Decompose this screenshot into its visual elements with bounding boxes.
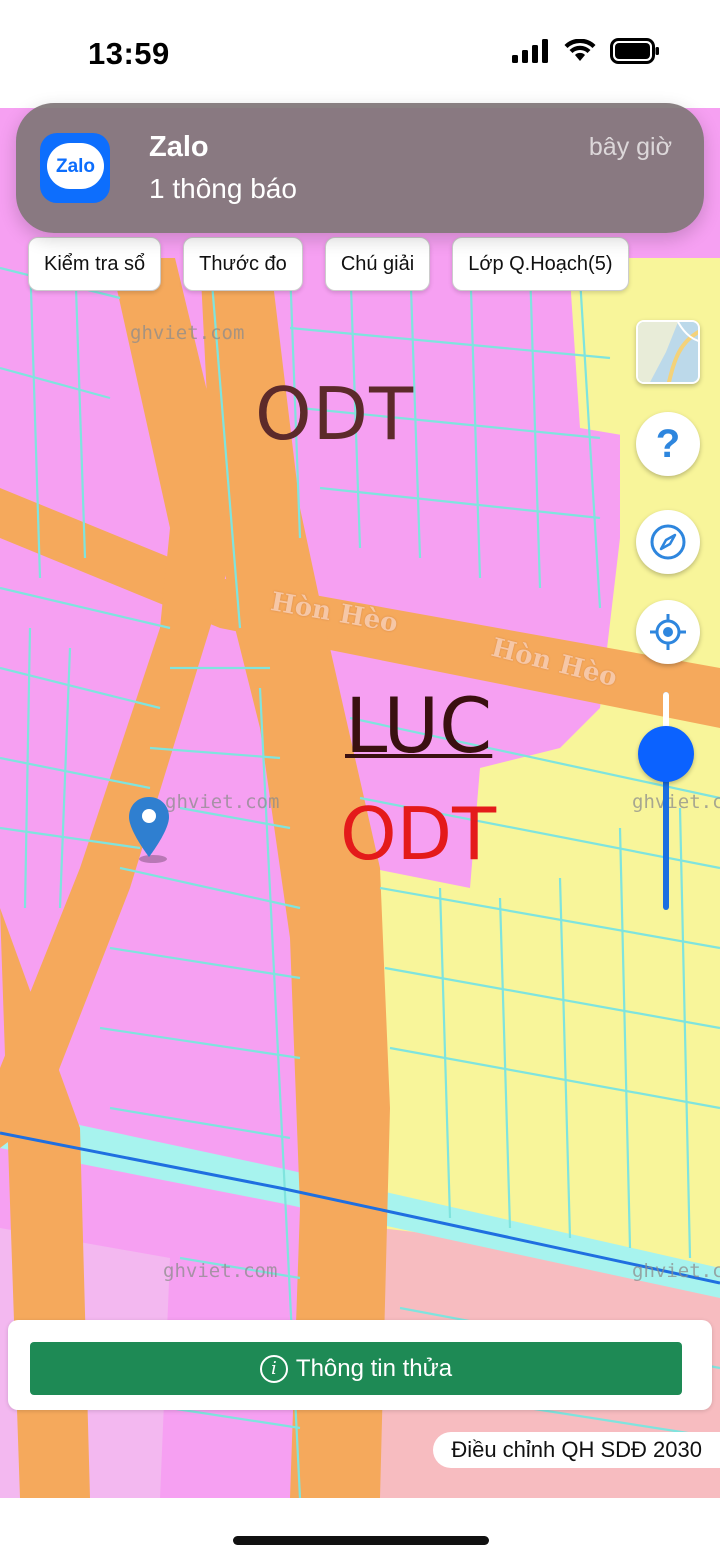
help-icon: ? (655, 421, 681, 466)
zalo-app-icon: Zalo (40, 133, 110, 203)
info-icon: i (259, 1354, 288, 1383)
parcel-info-label: Thông tin thửa (295, 1354, 453, 1382)
zalo-notification[interactable]: Zalo Zalo bây giờ 1 thông báo (16, 103, 704, 233)
map-toolbar: Kiểm tra sổ Thước đo Chú giải Lớp Q.Hoạc… (28, 237, 629, 291)
zone-label-odt: ODT (255, 372, 415, 456)
cellular-signal-icon (512, 39, 548, 63)
planning-layers-button[interactable]: Lớp Q.Hoạch(5) (452, 237, 629, 291)
planning-map[interactable]: ghviet.com ghviet.com ghviet.com ghviet.… (0, 108, 720, 1498)
home-bar (0, 1498, 720, 1560)
wifi-icon (564, 39, 596, 61)
watermark: ghviet.com (163, 1260, 278, 1282)
status-icons (512, 38, 660, 64)
watermark: ghviet.com (632, 791, 720, 813)
compass-icon (650, 524, 686, 560)
watermark: ghviet.com (130, 322, 245, 344)
status-time: 13:59 (88, 36, 170, 71)
measure-button[interactable]: Thước đo (183, 237, 303, 291)
locate-button[interactable] (636, 600, 700, 664)
home-indicator[interactable] (233, 1536, 489, 1545)
plan-version-badge[interactable]: Điều chỉnh QH SDĐ 2030 (433, 1432, 720, 1468)
notification-app-name: Zalo (149, 131, 209, 163)
notification-time: bây giờ (588, 133, 672, 161)
status-bar: 13:59 (0, 0, 720, 108)
location-pin-icon[interactable] (127, 795, 171, 865)
basemap-toggle-button[interactable] (636, 320, 700, 384)
zoom-slider-handle[interactable] (638, 726, 694, 782)
check-certificate-button[interactable]: Kiểm tra sổ (28, 237, 162, 291)
notification-body: 1 thông báo (149, 173, 297, 204)
basemap-thumbnail-icon (638, 322, 698, 382)
legend-button[interactable]: Chú giải (324, 237, 431, 291)
battery-icon (610, 38, 659, 64)
zone-label-luc: LUC (345, 681, 493, 770)
zone-label-odt-planned: ODT (340, 792, 497, 876)
parcel-info-panel: i Thông tin thửa (8, 1320, 712, 1410)
compass-button[interactable] (636, 510, 700, 574)
watermark: ghviet.com (632, 1260, 720, 1282)
watermark: ghviet.com (165, 791, 280, 813)
help-button[interactable]: ? (636, 412, 700, 476)
parcel-info-button[interactable]: i Thông tin thửa (30, 1342, 682, 1395)
locate-icon (650, 614, 686, 650)
zalo-logo-text: Zalo (55, 156, 96, 177)
